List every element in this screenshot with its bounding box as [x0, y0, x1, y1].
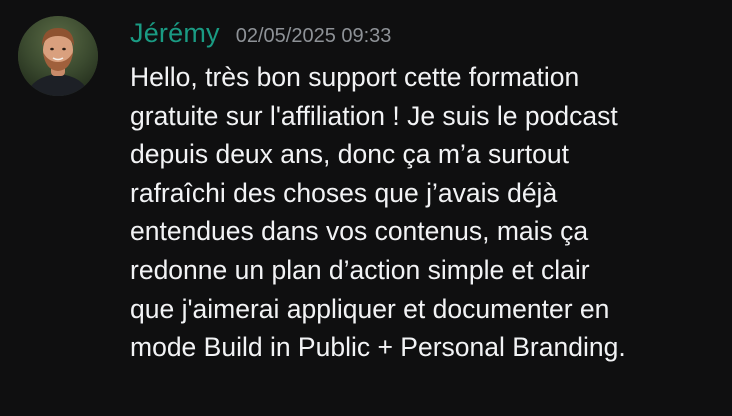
message-line: mode Build in Public + Personal Branding…: [130, 332, 626, 363]
message-line: redonne un plan d’action simple et clair: [130, 254, 590, 285]
chat-message: Jérémy 02/05/2025 09:33 Hello, très bon …: [0, 0, 732, 416]
message-header: Jérémy 02/05/2025 09:33: [130, 18, 391, 54]
message-line: gratuite sur l'affiliation ! Je suis le …: [130, 100, 618, 131]
message-line: que j'aimerai appliquer et documenter en: [130, 293, 610, 324]
message-line: entendues dans vos contenus, mais ça: [130, 216, 589, 247]
message-content: Hello, très bon support cette formation …: [130, 58, 720, 367]
author-username[interactable]: Jérémy: [130, 18, 220, 49]
message-line: rafraîchi des choses que j’avais déjà: [130, 177, 558, 208]
avatar-photo-icon: [18, 16, 98, 96]
author-avatar[interactable]: [18, 16, 98, 96]
message-line: depuis deux ans, donc ça m’a surtout: [130, 139, 569, 170]
message-line: Hello, très bon support cette formation: [130, 62, 580, 92]
message-timestamp[interactable]: 02/05/2025 09:33: [236, 25, 392, 48]
